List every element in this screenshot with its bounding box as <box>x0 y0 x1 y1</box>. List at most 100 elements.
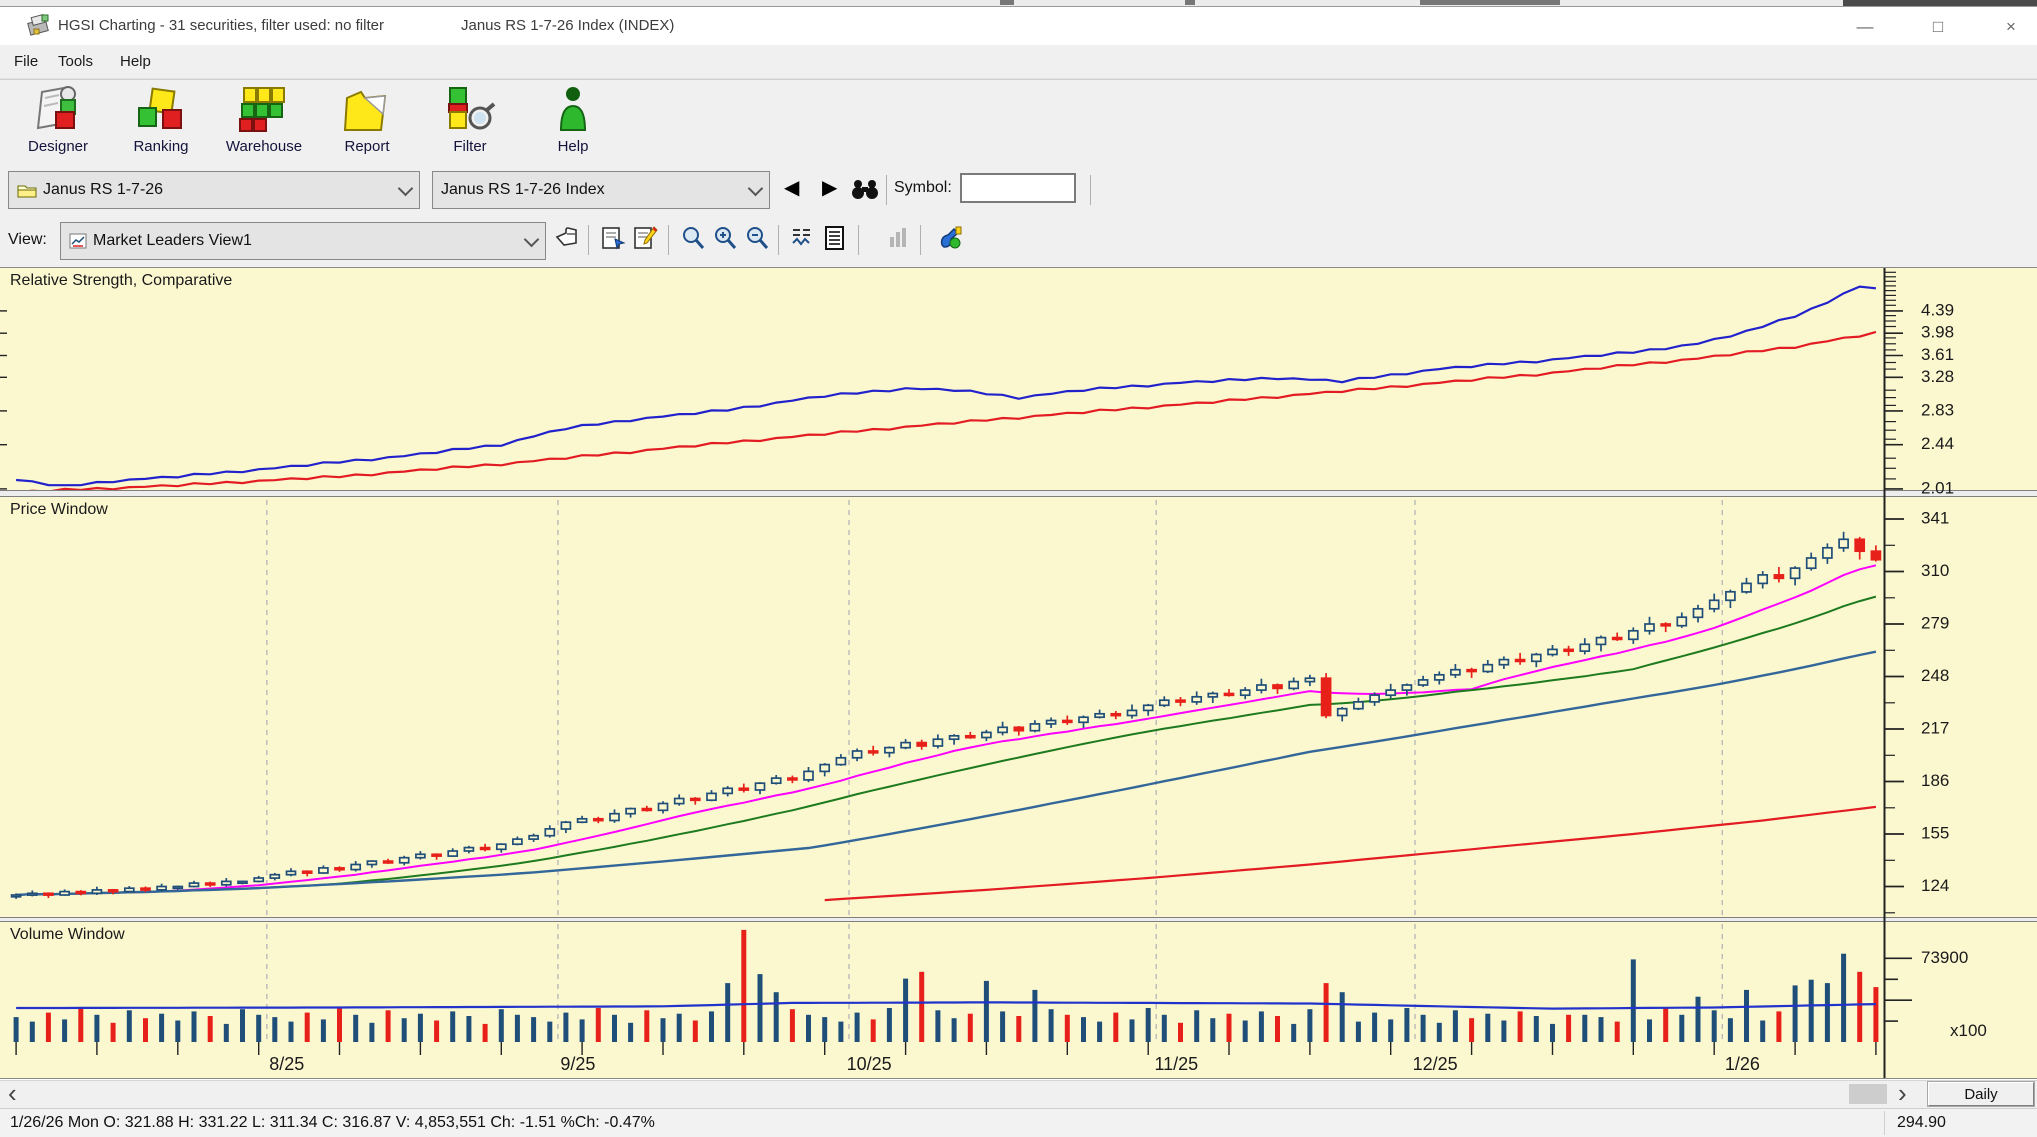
volume-bar <box>1000 1011 1005 1042</box>
panel-splitter[interactable] <box>0 490 2037 497</box>
zoom-reset-button[interactable] <box>678 221 708 255</box>
menu-tools[interactable]: Tools <box>52 51 99 72</box>
candle-body <box>1402 685 1411 690</box>
volume-bar <box>1162 1015 1167 1042</box>
rs-axis-label: 3.98 <box>1921 323 1954 342</box>
bar-chart-disabled-icon <box>886 225 912 251</box>
candle-body <box>44 893 53 895</box>
draw-tools-button[interactable] <box>936 221 966 255</box>
volume-bar <box>1825 983 1830 1042</box>
background-window-edge <box>1843 0 2037 6</box>
zoom-out-button[interactable] <box>742 221 772 255</box>
indicator-settings-button[interactable] <box>788 221 818 255</box>
volume-bar <box>337 1008 342 1042</box>
data-table-button[interactable] <box>820 221 850 255</box>
chart-scrollbar[interactable]: ‹ › Daily <box>0 1080 2037 1108</box>
candle-body <box>125 888 134 891</box>
symbol-input[interactable] <box>960 173 1076 203</box>
scroll-left-icon[interactable]: ‹ <box>8 1078 17 1109</box>
title-bar: HGSI Charting - 31 securities, filter us… <box>0 7 2037 45</box>
candle-body <box>1386 690 1395 695</box>
candle-body <box>1095 714 1104 717</box>
candle-body <box>1871 551 1880 560</box>
candle-body <box>1273 685 1282 688</box>
binoculars-icon[interactable] <box>850 177 880 201</box>
group-select[interactable]: Janus RS 1-7-26 <box>8 171 420 209</box>
index-select-value: Janus RS 1-7-26 Index <box>441 181 605 199</box>
volume-bar <box>1388 1019 1393 1042</box>
report-button[interactable]: Report <box>317 82 417 162</box>
warehouse-button[interactable]: Warehouse <box>214 82 314 162</box>
close-icon[interactable]: × <box>1988 13 2034 41</box>
hgsi-charting-window: HGSI Charting - 31 securities, filter us… <box>0 0 2037 1137</box>
view-select[interactable]: Market Leaders View1 <box>60 222 546 260</box>
candle-body <box>1580 644 1589 651</box>
edit-view-button[interactable] <box>630 221 660 255</box>
scroll-right-icon[interactable]: › <box>1898 1078 1907 1109</box>
toolbar-button-label: Report <box>317 138 417 155</box>
maximize-icon[interactable]: □ <box>1915 13 1961 41</box>
candle-body <box>416 854 425 857</box>
volume-bar <box>1501 1021 1506 1043</box>
properties-page-icon <box>600 225 626 251</box>
candle-body <box>1144 705 1153 710</box>
candle-body <box>917 743 926 746</box>
folder-icon <box>17 182 37 198</box>
volume-bar <box>1550 1024 1555 1042</box>
candle-body <box>1225 694 1234 696</box>
rs-axis-label: 2.83 <box>1921 400 1954 419</box>
candle-body <box>1128 710 1137 715</box>
filter-button[interactable]: Filter <box>420 82 520 162</box>
candle-body <box>1548 649 1557 654</box>
volume-bar <box>1130 1019 1135 1042</box>
separator <box>778 225 779 255</box>
price-axis-label: 310 <box>1921 561 1949 580</box>
candle-body <box>1160 700 1169 705</box>
previous-security-button[interactable]: ◀ <box>784 175 799 200</box>
volume-axis-label: 73900 <box>1921 948 1968 967</box>
candle-body <box>561 822 570 829</box>
separator <box>588 225 589 255</box>
volume-bar <box>952 1018 957 1042</box>
volume-bar <box>434 1021 439 1043</box>
candle-body <box>28 893 37 895</box>
volume-bar <box>1809 980 1814 1042</box>
volume-bar <box>644 1010 649 1042</box>
ranking-button[interactable]: Ranking <box>111 82 211 162</box>
pointer-tool-button[interactable] <box>552 221 582 255</box>
volume-bar <box>1421 1015 1426 1042</box>
candle-body <box>1645 624 1654 631</box>
candle-body <box>287 871 296 874</box>
designer-button[interactable]: Designer <box>8 82 108 162</box>
zoom-in-button[interactable] <box>710 221 740 255</box>
candle-body <box>707 793 716 800</box>
properties-button[interactable] <box>598 221 628 255</box>
app-icon <box>26 13 52 39</box>
volume-bar <box>1469 1018 1474 1042</box>
menu-help[interactable]: Help <box>114 51 157 72</box>
candle-body <box>1257 685 1266 690</box>
menu-file[interactable]: File <box>8 51 44 72</box>
index-select[interactable]: Janus RS 1-7-26 Index <box>432 171 770 209</box>
candle-body <box>481 848 490 850</box>
volume-bar <box>628 1023 633 1042</box>
volume-bar <box>1307 1009 1312 1042</box>
chart-area[interactable]: 4.393.983.613.282.832.442.01341310279248… <box>0 267 2037 1080</box>
background-text-fragment <box>1185 0 1195 5</box>
volume-bar <box>78 1008 83 1042</box>
minimize-icon[interactable]: — <box>1842 13 1888 41</box>
toolbar-button-label: Designer <box>8 138 108 155</box>
candle-body <box>76 892 85 894</box>
candle-body <box>691 799 700 801</box>
separator <box>858 225 859 255</box>
help-button[interactable]: Help <box>523 82 623 162</box>
volume-bar <box>1873 987 1878 1042</box>
next-security-button[interactable]: ▶ <box>822 175 837 200</box>
volume-bar <box>256 1015 261 1042</box>
scrollbar-thumb[interactable] <box>1849 1084 1887 1104</box>
candle-body <box>1338 709 1347 716</box>
periodicity-button[interactable]: Daily <box>1928 1082 2034 1106</box>
x-axis-label: 1/26 <box>1725 1054 1760 1074</box>
x-axis-label: 12/25 <box>1413 1054 1458 1074</box>
candle-body <box>222 881 231 884</box>
